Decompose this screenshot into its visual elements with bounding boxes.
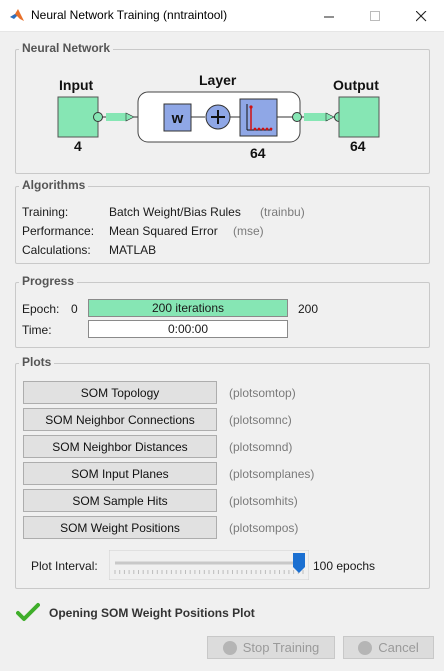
som-sample-hits-button[interactable]: SOM Sample Hits bbox=[23, 489, 217, 512]
training-value: Batch Weight/Bias Rules bbox=[109, 205, 241, 219]
epoch-progress-text: 200 iterations bbox=[151, 301, 225, 315]
plots-section-title: Plots bbox=[19, 355, 55, 369]
epoch-label: Epoch: bbox=[22, 302, 60, 316]
som-weight-positions-button[interactable]: SOM Weight Positions bbox=[23, 516, 217, 539]
som-input-planes-fn: (plotsomplanes) bbox=[229, 467, 315, 481]
training-label: Training: bbox=[22, 205, 69, 219]
check-icon bbox=[16, 603, 40, 621]
som-input-planes-button[interactable]: SOM Input Planes bbox=[23, 462, 217, 485]
stop-training-button[interactable]: Stop Training bbox=[207, 636, 335, 659]
som-neighbor-connections-fn: (plotsomnc) bbox=[229, 413, 292, 427]
stop-icon bbox=[222, 640, 237, 655]
network-diagram: w bbox=[57, 91, 380, 143]
plot-interval-value: 100 epochs bbox=[313, 559, 376, 573]
epoch-end: 200 bbox=[298, 302, 319, 316]
arrow-icon bbox=[325, 112, 335, 122]
layer-output-node-icon bbox=[292, 112, 302, 122]
plot-interval-slider[interactable] bbox=[108, 549, 310, 581]
slider-thumb[interactable] bbox=[293, 553, 305, 573]
performance-fn: (mse) bbox=[233, 224, 264, 238]
som-neighbor-connections-button[interactable]: SOM Neighbor Connections bbox=[23, 408, 217, 431]
plot-interval-label: Plot Interval: bbox=[31, 559, 98, 573]
time-label: Time: bbox=[22, 323, 52, 337]
som-sample-hits-fn: (plotsomhits) bbox=[229, 494, 298, 508]
time-value: 0:00:00 bbox=[167, 322, 209, 336]
stop-training-label: Stop Training bbox=[242, 640, 320, 655]
calculations-label: Calculations: bbox=[22, 243, 91, 257]
algorithms-section-title: Algorithms bbox=[19, 178, 89, 192]
input-node-icon bbox=[93, 112, 103, 122]
progress-section-title: Progress bbox=[19, 274, 78, 288]
cancel-button[interactable]: Cancel bbox=[343, 636, 434, 659]
weight-symbol: w bbox=[171, 110, 184, 127]
cancel-icon bbox=[358, 640, 373, 655]
cancel-label: Cancel bbox=[378, 640, 419, 655]
performance-label: Performance: bbox=[22, 224, 95, 238]
epoch-progress-bar: 200 iterations bbox=[88, 299, 288, 317]
som-neighbor-distances-button[interactable]: SOM Neighbor Distances bbox=[23, 435, 217, 458]
output-block bbox=[338, 96, 380, 138]
som-topology-fn: (plotsomtop) bbox=[229, 386, 296, 400]
som-weight-positions-fn: (plotsompos) bbox=[229, 521, 299, 535]
arrow-icon bbox=[125, 112, 135, 122]
slider-track bbox=[108, 549, 310, 581]
performance-value: Mean Squared Error bbox=[109, 224, 218, 238]
input-block bbox=[57, 96, 99, 138]
epoch-start: 0 bbox=[71, 302, 78, 316]
calculations-value: MATLAB bbox=[109, 243, 157, 257]
som-topology-button[interactable]: SOM Topology bbox=[23, 381, 217, 404]
training-fn: (trainbu) bbox=[260, 205, 305, 219]
time-progress-bar: 0:00:00 bbox=[88, 320, 288, 338]
status-message: Opening SOM Weight Positions Plot bbox=[49, 606, 255, 620]
som-neighbor-distances-fn: (plotsomnd) bbox=[229, 440, 293, 454]
